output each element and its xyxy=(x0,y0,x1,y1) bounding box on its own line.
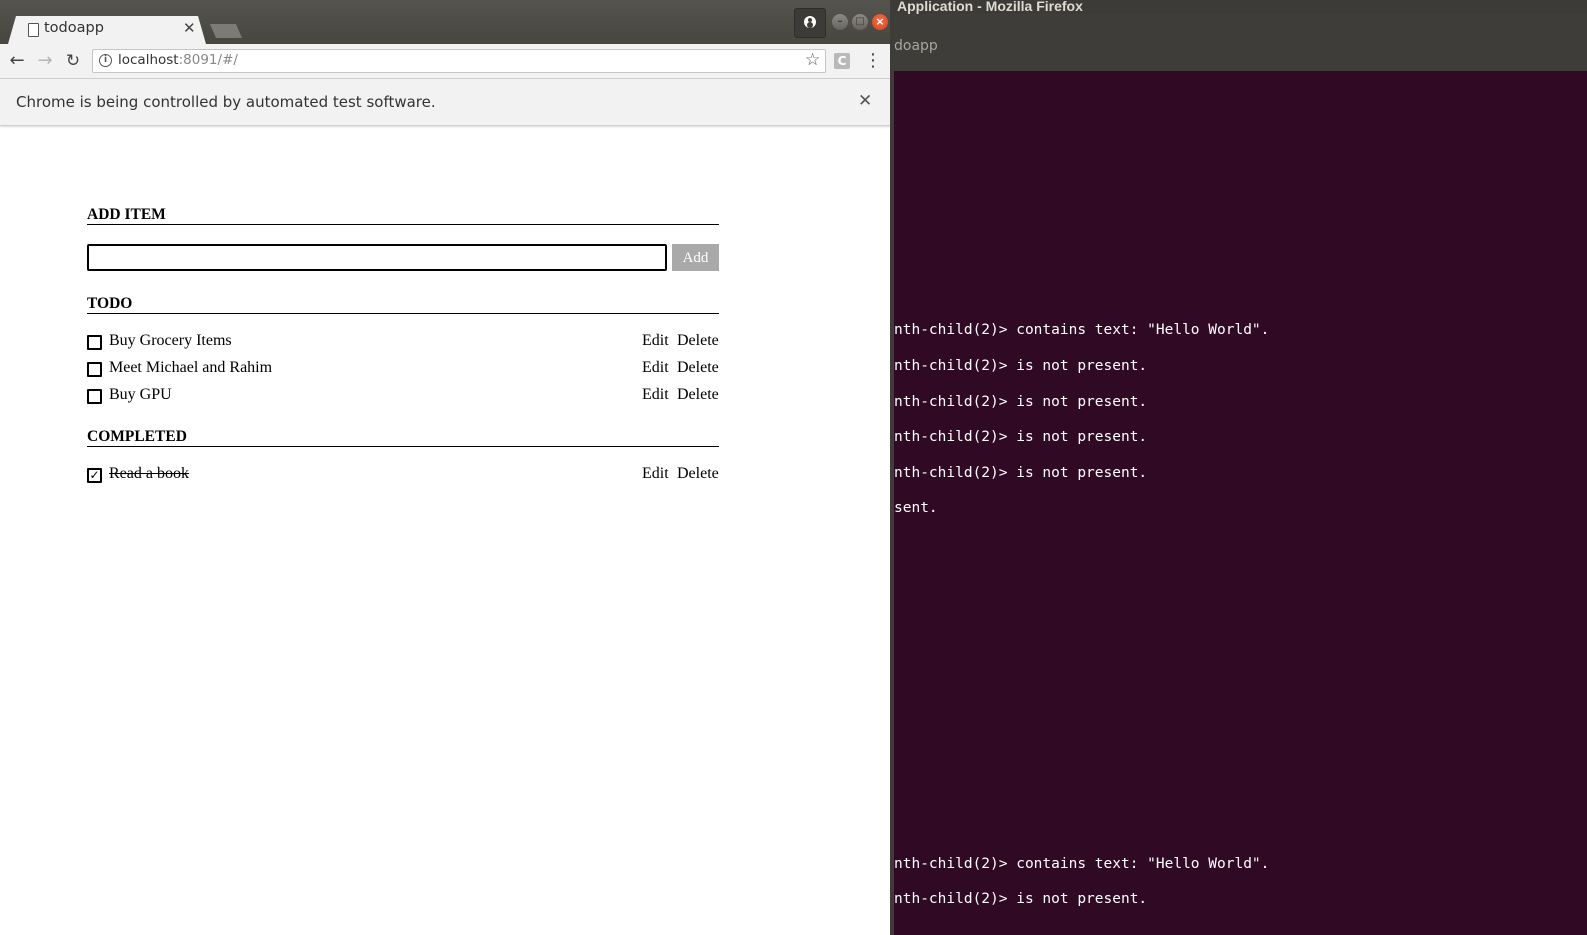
item-checkbox[interactable] xyxy=(87,362,102,377)
terminal-line: nth-child(2)> is not present. xyxy=(894,429,1148,445)
edit-link[interactable]: Edit xyxy=(642,386,669,404)
infobar-message: Chrome is being controlled by automated … xyxy=(16,93,436,111)
profile-button[interactable] xyxy=(794,8,826,38)
item-label: Meet Michael and Rahim xyxy=(109,359,273,376)
minimize-icon: – xyxy=(837,16,843,27)
reload-icon[interactable]: ↻ xyxy=(62,50,84,72)
terminal-line: nth-child(2)> is not present. xyxy=(894,358,1148,374)
list-item: Meet Michael and Rahim Edit Delete xyxy=(87,359,719,383)
item-label: Read a book xyxy=(109,465,189,482)
terminal-line: sent. xyxy=(894,500,938,516)
url-host: localhost xyxy=(118,52,179,68)
delete-link[interactable]: Delete xyxy=(677,332,719,350)
maximize-button[interactable]: □ xyxy=(852,14,868,30)
browser-toolbar: ← → ↻ i localhost:8091/#/ ☆ C ⋮ xyxy=(0,44,890,79)
browser-tab-todoapp[interactable]: todoapp ✕ xyxy=(8,16,206,44)
bookmark-star-icon[interactable]: ☆ xyxy=(805,50,820,70)
completed-heading: COMPLETED xyxy=(87,424,719,447)
delete-link[interactable]: Delete xyxy=(677,465,719,483)
item-checkbox[interactable] xyxy=(87,335,102,350)
add-button[interactable]: Add xyxy=(672,244,719,271)
list-item: ✓ Read a book Edit Delete xyxy=(87,465,719,489)
background-tab-bar: doapp xyxy=(894,14,1587,71)
tab-title: todoapp xyxy=(44,20,104,36)
item-label: Buy GPU xyxy=(109,386,172,403)
delete-link[interactable]: Delete xyxy=(677,359,719,377)
terminal-line: nth-child(2)> contains text: "Hello Worl… xyxy=(894,856,1270,872)
edit-link[interactable]: Edit xyxy=(642,332,669,350)
page-icon xyxy=(28,23,39,37)
url-port-path: :8091/#/ xyxy=(178,52,238,68)
extension-icon[interactable]: C xyxy=(834,53,850,69)
item-label: Buy Grocery Items xyxy=(109,332,232,349)
terminal-line: nth-child(2)> is not present. xyxy=(894,465,1148,481)
background-terminal-window: Application - Mozilla Firefox doapp nth-… xyxy=(894,0,1587,935)
person-icon xyxy=(804,16,816,28)
minimize-button[interactable]: – xyxy=(832,14,848,30)
back-arrow-icon[interactable]: ← xyxy=(6,50,28,72)
delete-link[interactable]: Delete xyxy=(677,386,719,404)
list-item: Buy Grocery Items Edit Delete xyxy=(87,332,719,356)
address-bar[interactable]: i localhost:8091/#/ ☆ xyxy=(92,49,826,73)
close-window-button[interactable]: × xyxy=(872,14,888,30)
terminal-line: nth-child(2)> is not present. xyxy=(894,394,1148,410)
background-window-title: Application - Mozilla Firefox xyxy=(894,0,1587,14)
item-checkbox[interactable]: ✓ xyxy=(87,468,102,483)
tab-close-icon[interactable]: ✕ xyxy=(183,19,196,37)
list-item: Buy GPU Edit Delete xyxy=(87,386,719,410)
edit-link[interactable]: Edit xyxy=(642,465,669,483)
automation-infobar: Chrome is being controlled by automated … xyxy=(0,79,890,126)
window-border xyxy=(890,0,894,935)
chrome-window: todoapp ✕ – □ × ← → ↻ i localhost:8091/#… xyxy=(0,0,890,935)
url-text[interactable]: localhost:8091/#/ xyxy=(118,52,238,68)
maximize-icon: □ xyxy=(855,16,865,27)
terminal-line: nth-child(2)> contains text: "Hello Worl… xyxy=(894,322,1270,338)
todo-heading: TODO xyxy=(87,291,719,314)
menu-kebab-icon[interactable]: ⋮ xyxy=(864,50,882,72)
forward-arrow-icon[interactable]: → xyxy=(34,50,56,72)
add-item-heading: ADD ITEM xyxy=(87,202,719,225)
infobar-close-icon[interactable]: ✕ xyxy=(858,91,872,111)
terminal-line: nth-child(2)> is not present. xyxy=(894,891,1148,907)
new-item-input[interactable] xyxy=(87,244,667,271)
new-tab-button[interactable] xyxy=(210,24,242,38)
edit-link[interactable]: Edit xyxy=(642,359,669,377)
background-tab-label[interactable]: doapp xyxy=(894,38,938,54)
info-icon[interactable]: i xyxy=(99,54,112,67)
browser-titlebar: todoapp ✕ – □ × xyxy=(0,0,890,44)
item-checkbox[interactable] xyxy=(87,389,102,404)
close-icon: × xyxy=(875,15,885,28)
